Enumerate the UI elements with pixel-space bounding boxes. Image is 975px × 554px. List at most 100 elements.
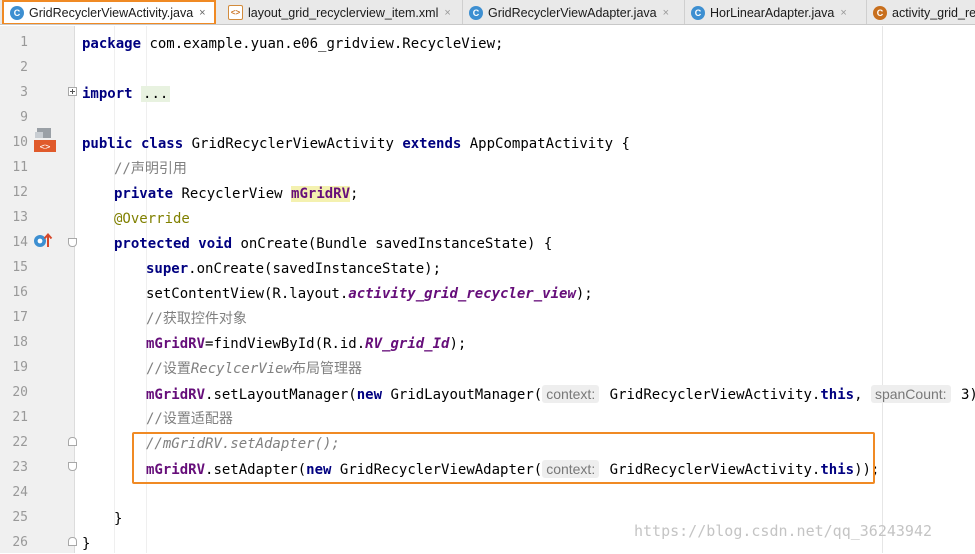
- folded-imports[interactable]: ...: [141, 86, 171, 102]
- code-line-15: super.onCreate(savedInstanceState);: [146, 259, 441, 279]
- svg-text:<>: <>: [40, 143, 51, 153]
- code-line-25: }: [114, 509, 122, 529]
- annotation: @Override: [114, 211, 190, 227]
- code-line-13: @Override: [114, 209, 190, 229]
- code-line-16: setContentView(R.layout.activity_grid_re…: [146, 284, 593, 304]
- keyword: extends: [402, 136, 462, 152]
- java-class-icon: C: [691, 5, 705, 20]
- parameter-hint: spanCount:: [870, 385, 951, 403]
- class-name: GridRecyclerViewActivity: [183, 136, 403, 152]
- line-number: 3: [20, 85, 28, 100]
- tab-label: activity_grid_re: [892, 5, 975, 20]
- type-name: RecyclerView: [173, 186, 292, 202]
- line-number: 18: [12, 335, 28, 350]
- close-tab-icon[interactable]: ×: [840, 7, 846, 19]
- collapse-fold-icon[interactable]: [68, 537, 77, 546]
- close-tab-icon[interactable]: ×: [444, 7, 450, 19]
- keyword: new: [356, 387, 383, 403]
- field-name: mGridRV: [291, 186, 351, 202]
- class-layout-gutter-icon[interactable]: <>: [33, 127, 57, 153]
- code-line-12: private RecyclerView mGridRV;: [114, 184, 358, 204]
- tab-label: GridRecyclerViewAdapter.java: [488, 5, 657, 20]
- tab-label: layout_grid_recyclerview_item.xml: [248, 5, 439, 20]
- code-line-1: package com.example.yuan.e06_gridview.Re…: [82, 34, 503, 54]
- comment: //声明引用: [114, 161, 187, 177]
- code-line-10: public class GridRecyclerViewActivity ex…: [82, 134, 630, 154]
- line-number: 11: [12, 160, 28, 175]
- line-number: 21: [12, 410, 28, 425]
- statement-end: );: [449, 336, 467, 352]
- line-number: 25: [12, 510, 28, 525]
- tab-grid-recycler-view-activity[interactable]: C GridRecyclerViewActivity.java ×: [2, 0, 216, 24]
- statement: GridLayoutManager(: [382, 387, 543, 403]
- line-number: 10: [12, 135, 28, 150]
- line-number: 9: [20, 110, 28, 125]
- field-name: mGridRV: [146, 387, 206, 403]
- method-signature: onCreate(Bundle savedInstanceState) {: [232, 236, 553, 252]
- line-number: 22: [12, 435, 28, 450]
- expand-fold-icon[interactable]: [68, 87, 77, 96]
- tab-label: HorLinearAdapter.java: [710, 5, 835, 20]
- close-tab-icon[interactable]: ×: [199, 7, 205, 19]
- line-number: 1: [20, 35, 28, 50]
- line-number: 12: [12, 185, 28, 200]
- superclass: AppCompatActivity {: [461, 136, 630, 152]
- comment: Recylcer: [190, 361, 259, 377]
- comment: 布局管理器: [292, 361, 363, 377]
- field-name: mGridRV: [146, 336, 206, 352]
- line-number: 2: [20, 60, 28, 75]
- statement: .onCreate(savedInstanceState);: [188, 261, 442, 277]
- statement-end: 3));: [960, 387, 975, 403]
- line-number: 14: [12, 235, 28, 250]
- code-line-18: mGridRV=findViewById(R.id.RV_grid_Id);: [146, 334, 466, 354]
- line-number: 26: [12, 535, 28, 550]
- java-class-icon: C: [469, 5, 483, 20]
- statement: GridRecyclerViewActivity.: [601, 387, 821, 403]
- layout-file-icon: C: [873, 5, 887, 20]
- resource-id: activity_grid_recycler_view: [348, 286, 576, 302]
- statement: ,: [854, 387, 871, 403]
- parameter-hint: context:: [542, 385, 600, 403]
- closing-brace: }: [114, 511, 123, 527]
- code-line-20: mGridRV.setLayoutManager(new GridLayoutM…: [146, 384, 975, 404]
- line-number: 23: [12, 460, 28, 475]
- statement-end: );: [575, 286, 593, 302]
- keyword: private: [114, 186, 174, 202]
- resource-id: RV_grid_Id: [365, 336, 450, 352]
- line-number: 20: [12, 385, 28, 400]
- line-number: 19: [12, 360, 28, 375]
- keyword: protected void: [114, 236, 233, 252]
- collapse-fold-icon[interactable]: [68, 437, 77, 446]
- indent-guide: [114, 26, 115, 553]
- override-method-gutter-icon[interactable]: [33, 231, 55, 249]
- tab-layout-grid-recyclerview-item[interactable]: <> layout_grid_recyclerview_item.xml ×: [222, 0, 463, 24]
- watermark: https://blog.csdn.net/qq_36243942: [634, 522, 933, 540]
- tab-grid-recycler-view-adapter[interactable]: C GridRecyclerViewAdapter.java ×: [463, 0, 685, 24]
- code-line-11: //声明引用: [114, 159, 187, 179]
- keyword: this: [820, 387, 855, 403]
- line-number: 17: [12, 310, 28, 325]
- tab-hor-linear-adapter[interactable]: C HorLinearAdapter.java ×: [685, 0, 867, 24]
- right-margin-guide: [882, 26, 883, 553]
- line-number: 16: [12, 285, 28, 300]
- keyword: public class: [82, 136, 184, 152]
- keyword: package: [82, 36, 142, 52]
- code-line-17: //获取控件对象: [146, 309, 247, 329]
- code-line-14: protected void onCreate(Bundle savedInst…: [114, 234, 552, 254]
- comment: //设置适配器: [146, 411, 233, 427]
- editor-gutter: 1 2 3 9 10 11 12 13 14 15 16 17 18 19 20…: [0, 26, 77, 553]
- editor-tab-bar: C GridRecyclerViewActivity.java × <> lay…: [0, 0, 975, 25]
- line-number: 13: [12, 210, 28, 225]
- comment: View: [258, 361, 293, 377]
- collapse-fold-icon[interactable]: [68, 238, 77, 247]
- comment: //获取控件对象: [146, 311, 247, 327]
- close-tab-icon[interactable]: ×: [663, 7, 669, 19]
- statement: setContentView(R.layout.: [146, 286, 349, 302]
- comment: //设置: [146, 361, 191, 377]
- statement: .setLayoutManager(: [205, 387, 357, 403]
- highlight-box: [132, 432, 875, 484]
- semicolon: ;: [350, 186, 359, 202]
- collapse-fold-icon[interactable]: [68, 462, 77, 471]
- java-class-icon: C: [10, 5, 24, 20]
- tab-activity-grid-re[interactable]: C activity_grid_re: [867, 0, 975, 24]
